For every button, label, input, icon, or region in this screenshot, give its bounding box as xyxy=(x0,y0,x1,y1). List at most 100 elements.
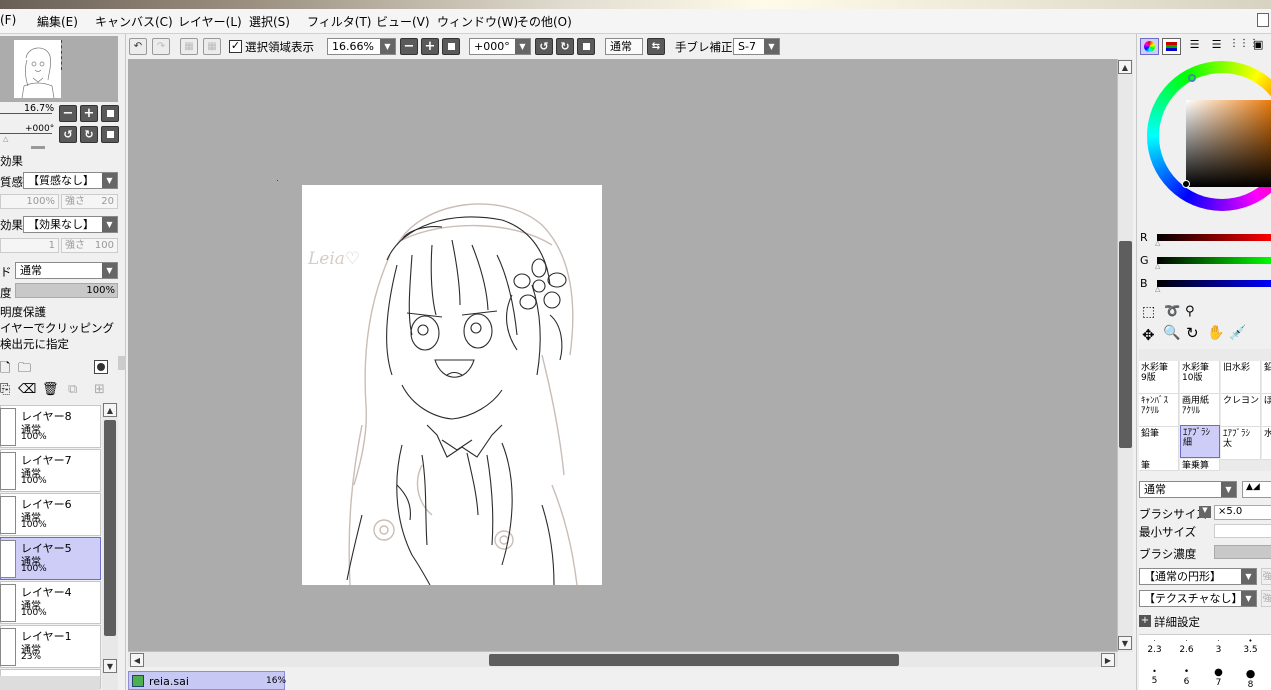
swatches-tab[interactable]: ⋮⋮⋮ xyxy=(1229,38,1259,55)
brush-slot[interactable]: 水彩筆 9版 xyxy=(1139,361,1179,394)
color-wheel-tab[interactable] xyxy=(1140,38,1159,55)
window-restore-button[interactable] xyxy=(1257,13,1269,27)
angle-slider[interactable] xyxy=(0,133,52,134)
layer-scroll-thumb[interactable] xyxy=(104,420,116,636)
rotate-right-button[interactable]: ↻ xyxy=(556,38,574,55)
brush-slot[interactable]: 筆 xyxy=(1139,459,1179,471)
saturation-value-square[interactable] xyxy=(1186,100,1271,187)
blend-mode-button[interactable]: 通常 xyxy=(605,38,643,55)
color-picker-marker[interactable] xyxy=(1182,180,1190,188)
color-mix-tab[interactable]: ☰ xyxy=(1207,38,1226,55)
deselect-button[interactable]: ▦ xyxy=(180,38,198,55)
rotate-left-button[interactable]: ↺ xyxy=(535,38,553,55)
size-preset[interactable]: • 5 xyxy=(1139,667,1170,686)
size-preset[interactable]: ● 8 xyxy=(1235,667,1266,690)
nav-zoom-in-button[interactable]: + xyxy=(80,105,98,122)
delete-layer-button[interactable]: 🗑 xyxy=(42,382,59,397)
clear-layer-button[interactable]: ⌫ xyxy=(18,382,36,397)
selection-source-option[interactable]: 検出元に指定 xyxy=(0,336,69,352)
size-preset[interactable]: · 2.6 xyxy=(1171,637,1202,655)
nav-zoom-reset-button[interactable] xyxy=(101,105,119,122)
brush-slot[interactable]: 画用紙 ｱｸﾘﾙ xyxy=(1180,394,1220,427)
zoom-out-button[interactable]: − xyxy=(400,38,418,55)
advanced-settings-label[interactable]: 詳細設定 xyxy=(1154,614,1200,630)
magic-wand-tool[interactable]: ⚲ xyxy=(1185,304,1195,319)
layer-item-selected[interactable]: レイヤー5 通常 100% xyxy=(0,537,101,580)
scroll-left-icon[interactable]: ◀ xyxy=(130,653,144,667)
zoom-reset-button[interactable] xyxy=(442,38,460,55)
panel-grip[interactable] xyxy=(31,146,45,149)
canvas-hscroll[interactable]: ◀ ▶ xyxy=(128,651,1118,667)
menu-view[interactable]: ビュー(V) xyxy=(376,13,430,30)
rotation-reset-button[interactable] xyxy=(577,38,595,55)
drawing-canvas[interactable]: Leia♡ xyxy=(302,185,602,585)
merge-visible-button[interactable]: ⊞ xyxy=(94,382,105,397)
clipping-option[interactable]: イヤーでクリッピング xyxy=(0,320,114,336)
texture-strength-field[interactable]: 強さ 20 xyxy=(61,194,118,209)
size-preset[interactable]: · 2.3 xyxy=(1139,637,1170,655)
size-preset[interactable]: ● 7 xyxy=(1203,667,1234,688)
menu-other[interactable]: その他(O) xyxy=(517,13,572,30)
layer-item[interactable]: レイヤー4 通常 100% xyxy=(0,581,101,624)
texture-strength-field[interactable]: 強 xyxy=(1261,590,1271,607)
brush-slot[interactable]: 水彩筆 10版 xyxy=(1180,361,1220,394)
advanced-expand-button[interactable]: + xyxy=(1139,615,1151,627)
nav-rotate-right-button[interactable]: ↻ xyxy=(80,126,98,143)
scratchpad-tab[interactable]: ▣ xyxy=(1253,38,1271,55)
brush-shape-buttons[interactable]: ▲◢ xyxy=(1242,481,1271,498)
panel-splitter[interactable] xyxy=(118,356,126,370)
brush-slot[interactable]: ｷｬﾝﾊﾞｽ ｱｸﾘﾙ xyxy=(1139,394,1179,427)
show-selection-checkbox[interactable]: ✓ xyxy=(229,40,242,53)
scroll-right-icon[interactable]: ▶ xyxy=(1101,653,1115,667)
stabilizer-combo[interactable]: S-7 ▼ xyxy=(733,38,780,55)
nav-rotation-reset-button[interactable] xyxy=(101,126,119,143)
brush-slot[interactable]: ぼ xyxy=(1262,394,1271,427)
b-slider-thumb[interactable]: △ xyxy=(1155,285,1160,293)
density-slider[interactable] xyxy=(1214,545,1271,559)
vscroll-thumb[interactable] xyxy=(1119,241,1132,448)
hand-tool[interactable]: ✋ xyxy=(1207,325,1224,341)
effect-combo[interactable]: 【効果なし】 ▼ xyxy=(23,216,118,233)
opacity-slider[interactable]: 100% xyxy=(15,283,118,298)
scroll-down-icon[interactable]: ▼ xyxy=(103,659,117,673)
brush-slot[interactable]: クレヨン xyxy=(1221,394,1261,427)
eyedropper-tool[interactable]: 💉 xyxy=(1229,325,1246,341)
menu-file[interactable]: (F) xyxy=(0,13,16,27)
r-slider-thumb[interactable]: △ xyxy=(1155,239,1160,247)
menu-filter[interactable]: フィルタ(T) xyxy=(307,13,371,30)
brush-slot[interactable]: ｴｱﾌﾞﾗｼ太 xyxy=(1221,427,1261,460)
rotation-combo[interactable]: +000° ▼ xyxy=(469,38,531,55)
r-slider[interactable] xyxy=(1157,234,1271,241)
zoom-tool[interactable]: 🔍 xyxy=(1163,325,1180,341)
brush-size-dropdown[interactable]: ▼ xyxy=(1199,506,1211,518)
undo-button[interactable]: ↶ xyxy=(129,38,147,55)
zoom-combo[interactable]: 16.66% ▼ xyxy=(327,38,396,55)
brush-shape-combo[interactable]: 【通常の円形】 ▼ xyxy=(1139,568,1257,585)
scroll-up-icon[interactable]: ▲ xyxy=(103,403,117,417)
rotate-tool[interactable]: ↻ xyxy=(1186,324,1199,342)
layer-item[interactable]: レイヤー1 通常 23% xyxy=(0,625,101,668)
transfer-down-button[interactable]: ⎘ xyxy=(0,382,10,397)
layer-hscroll[interactable] xyxy=(0,676,100,690)
brush-blend-combo[interactable]: 通常 ▼ xyxy=(1139,481,1237,498)
layer-list-scrollbar[interactable]: ▲ ▼ xyxy=(102,403,118,690)
layer-item[interactable]: レイヤー7 通常 100% xyxy=(0,449,101,492)
canvas-vscroll[interactable]: ▲ ▼ xyxy=(1117,59,1133,652)
navigator-preview[interactable] xyxy=(0,36,118,102)
g-slider-thumb[interactable]: △ xyxy=(1155,262,1160,270)
menu-canvas[interactable]: キャンバス(C) xyxy=(95,13,173,30)
lasso-tool[interactable]: ➰ xyxy=(1164,304,1180,319)
brush-slot[interactable]: 筆乗算 xyxy=(1180,459,1220,471)
brush-slot[interactable]: 旧水彩 xyxy=(1221,361,1261,394)
effect-strength-field[interactable]: 強さ 100 xyxy=(61,238,118,253)
rgb-slider-tab[interactable] xyxy=(1162,38,1181,55)
nav-zoom-out-button[interactable]: − xyxy=(59,105,77,122)
brush-slot[interactable]: 水 xyxy=(1262,427,1271,460)
invert-selection-button[interactable]: ▦ xyxy=(203,38,221,55)
hue-marker[interactable] xyxy=(1188,74,1196,82)
hscroll-thumb[interactable] xyxy=(489,654,899,666)
brush-size-field[interactable]: ×5.0 xyxy=(1214,505,1271,520)
brush-slot[interactable]: 鉛 xyxy=(1262,361,1271,394)
brush-texture-combo[interactable]: 【テクスチャなし】 ▼ xyxy=(1139,590,1257,607)
menu-select[interactable]: 選択(S) xyxy=(249,13,290,30)
